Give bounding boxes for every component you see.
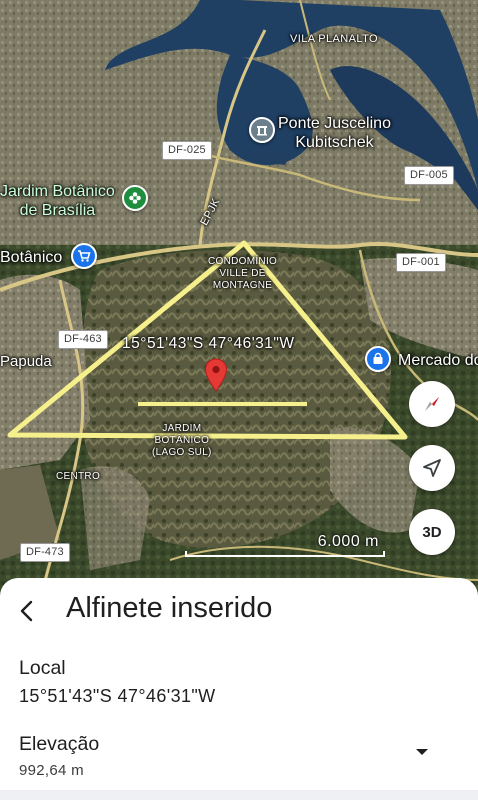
shop-pin[interactable] (71, 243, 97, 269)
shopping-bag-icon (373, 352, 383, 364)
elevation-value: 992,64 m (19, 762, 84, 779)
sheet-bottom-strip (0, 790, 478, 800)
place-condo-line2: VILLE DE (219, 268, 266, 279)
caret-down-icon (416, 749, 428, 755)
my-location-button[interactable] (409, 445, 455, 491)
elevation-expand-button[interactable] (410, 740, 434, 764)
place-jbls-line3: (LAGO SUL) (152, 447, 212, 458)
place-details-sheet[interactable]: Alfinete inserido Local 15°51'43"S 47°46… (0, 578, 478, 800)
place-jbls-line2: BOTÂNICO (154, 435, 210, 446)
back-button[interactable] (12, 596, 42, 626)
road-badge-df001: DF-001 (396, 253, 446, 272)
landmark-icon (257, 126, 267, 136)
place-botanico[interactable]: Botânico (0, 248, 62, 267)
place-centro[interactable]: CENTRO (56, 471, 100, 483)
scale-label: 6.000 m (317, 533, 379, 550)
scale-line (185, 551, 385, 557)
compass-button[interactable] (409, 381, 455, 427)
place-jardim-botanico-lago-sul[interactable]: JARDIM BOTÂNICO (LAGO SUL) (152, 423, 212, 459)
my-location-icon (423, 459, 441, 477)
place-condo-line3: MONTAGNE (212, 280, 273, 291)
road-badge-df005: DF-005 (404, 166, 454, 185)
market-pin[interactable] (365, 346, 391, 372)
road-badge-df473: DF-473 (20, 543, 70, 562)
place-jardim-botanico-brasilia[interactable]: Jardim Botânico de Brasília (0, 182, 115, 220)
elevation-label: Elevação (19, 733, 100, 755)
red-pin-icon[interactable] (204, 358, 228, 392)
place-condo-line1: CONDOMÍNIO (208, 256, 278, 267)
satellite-imagery (0, 0, 478, 600)
satellite-map[interactable]: DF-025 DF-005 DF-001 DF-463 DF-473 EPJK … (0, 0, 478, 600)
place-papuda[interactable]: Papuda (0, 352, 52, 371)
place-condominio-ville-de-montagne[interactable]: CONDOMÍNIO VILLE DE MONTAGNE (208, 256, 277, 292)
3d-button[interactable]: 3D (409, 509, 455, 555)
3d-button-label: 3D (422, 523, 442, 541)
place-jbls-line1: JARDIM (162, 423, 202, 434)
road-badge-df025: DF-025 (162, 141, 212, 160)
place-vila-planalto[interactable]: VILA PLANALTO (290, 30, 378, 49)
place-jbb-line1: Jardim Botânico (0, 183, 115, 200)
place-jbb-line2: de Brasília (19, 202, 96, 219)
place-ponte-line1: Ponte Juscelino (278, 115, 391, 132)
scale-bar: 6.000 m (185, 533, 385, 557)
landmark-pin[interactable] (249, 117, 275, 143)
sheet-title: Alfinete inserido (66, 592, 273, 624)
back-arrow-icon (20, 600, 33, 622)
location-value[interactable]: 15°51'43"S 47°46'31"W (19, 686, 216, 707)
garden-pin[interactable] (122, 185, 148, 211)
place-mercado[interactable]: Mercado do (398, 351, 478, 370)
shopping-cart-icon (78, 250, 91, 262)
sheet-header: Alfinete inserido (0, 578, 478, 644)
location-label: Local (19, 657, 66, 679)
flower-icon (129, 192, 141, 204)
place-ponte-jk[interactable]: Ponte Juscelino Kubitschek (278, 114, 391, 152)
compass-icon (425, 397, 439, 411)
place-ponte-line2: Kubitschek (295, 134, 374, 151)
road-badge-df463: DF-463 (58, 330, 108, 349)
coordinates-overlay: 15°51'43"S 47°46'31"W (122, 335, 295, 352)
